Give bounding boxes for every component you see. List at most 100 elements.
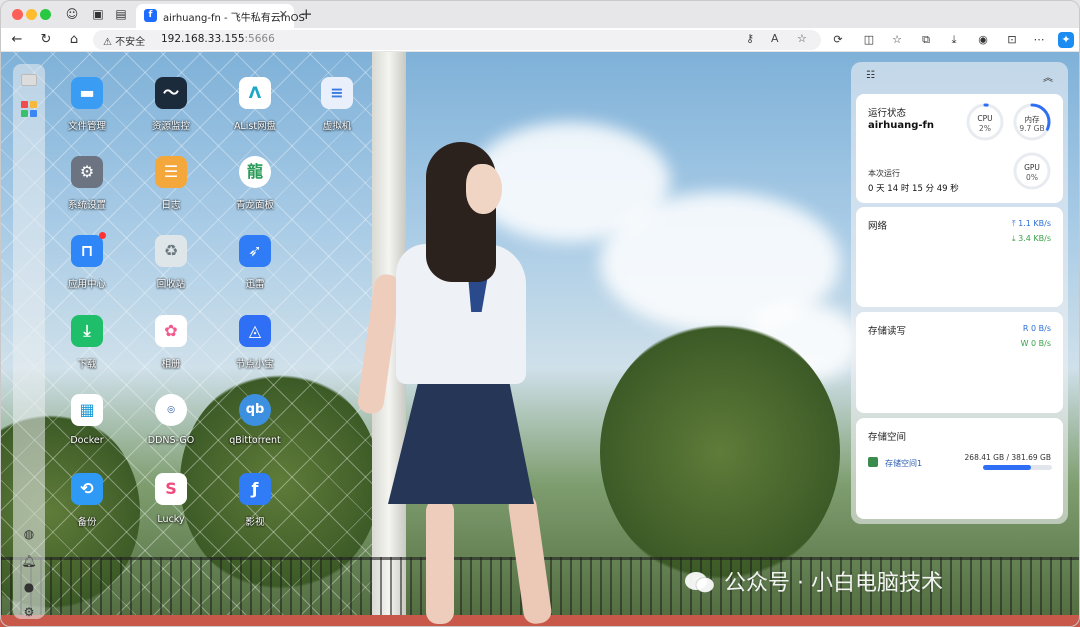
wechat-icon <box>685 572 715 593</box>
app-backup[interactable]: ⟲ 备份 <box>42 473 132 535</box>
write-rate: W 0 B/s <box>1020 339 1051 348</box>
uptime-value: 0 天 14 时 15 分 49 秒 <box>868 184 959 194</box>
storage-usage-bar <box>983 465 1052 470</box>
collections-icon[interactable]: ⧉ <box>918 32 934 48</box>
close-tab-icon[interactable]: ✕ <box>279 8 288 21</box>
thunder-icon: ➶ <box>239 235 271 267</box>
recycle-icon: ♻ <box>155 235 187 267</box>
read-rate: R 0 B/s <box>1022 324 1051 333</box>
extensions-icon[interactable]: ⟳ <box>830 32 846 48</box>
browser-toolbar: ← ↻ ⌂ ⚠ 不安全 192.168.33.155:5666 ⚷ A ☆ ⟳ … <box>0 28 1080 52</box>
downloads-icon[interactable]: ⤓ <box>946 32 962 48</box>
memory-gauge: 内存 9.7 GB <box>1012 102 1052 142</box>
network-card: 网络 ⤒ 1.1 KB/s ⤓ 3.4 KB/s <box>856 207 1063 307</box>
split-screen-icon[interactable]: ◫ <box>861 32 877 48</box>
app-thunder[interactable]: ➶ 迅雷 <box>210 235 300 297</box>
settings-gear-icon[interactable]: ⚙ <box>19 602 39 622</box>
security-indicator[interactable]: ⚠ 不安全 <box>103 33 145 48</box>
widget-panel-header: ☷ ︽ <box>856 65 1063 87</box>
wallpaper-tree <box>600 322 840 582</box>
app-video[interactable]: ƒ 影视 <box>210 473 300 535</box>
maximize-window-button[interactable] <box>40 9 51 20</box>
app-alist[interactable]: Λ AList网盘 <box>210 77 300 139</box>
profile-icon[interactable]: ☺ <box>64 6 80 22</box>
app-store[interactable]: ⊓ 应用中心 <box>42 232 132 297</box>
storage-io-card: 存储读写 R 0 B/s W 0 B/s <box>856 312 1063 413</box>
new-tab-icon[interactable]: + <box>300 6 313 22</box>
fnos-icon: f <box>144 9 157 22</box>
qbittorrent-icon: qb <box>239 394 271 426</box>
copilot-icon[interactable]: ✦ <box>1058 32 1074 48</box>
app-ddns-go[interactable]: ◎ DDNS-GO <box>126 394 216 456</box>
app-qbittorrent[interactable]: qb qBittorrent <box>210 394 300 456</box>
collapse-chevron-icon[interactable]: ︽ <box>1043 69 1053 84</box>
window-preview-icon[interactable] <box>21 74 37 86</box>
app-node-treasure[interactable]: ◬ 节点小宝 <box>210 315 300 377</box>
app-file-manager[interactable]: ▬ 文件管理 <box>42 77 132 139</box>
ddns-icon: ◎ <box>155 394 187 426</box>
gpu-gauge: GPU 0% <box>1012 151 1052 191</box>
download-icon: ⤓ <box>71 315 103 347</box>
reload-icon[interactable]: ↻ <box>37 31 55 49</box>
close-window-button[interactable] <box>12 9 23 20</box>
address-bar[interactable]: ⚠ 不安全 192.168.33.155:5666 ⚷ A ☆ <box>93 30 821 50</box>
more-icon[interactable]: ⋯ <box>1031 32 1047 48</box>
wallpaper-figure <box>356 134 566 626</box>
favorites-icon[interactable]: ☆ <box>889 32 905 48</box>
store-icon: ⊓ <box>71 232 106 267</box>
app-resource-monitor[interactable]: 〜 资源监控 <box>126 77 216 139</box>
network-card-title: 网络 <box>868 221 888 232</box>
folder-icon: ▬ <box>71 77 103 109</box>
favorite-star-icon[interactable]: ☆ <box>797 32 807 45</box>
key-icon[interactable]: ⚷ <box>746 32 754 45</box>
user-icon[interactable]: ● <box>19 577 39 597</box>
download-rate: ⤓ 3.4 KB/s <box>1012 234 1051 243</box>
app-docker[interactable]: ▦ Docker <box>42 394 132 456</box>
home-icon[interactable]: ⌂ <box>65 31 83 49</box>
app-virtual-machine[interactable]: ≡ 虚拟机 <box>292 77 382 139</box>
docker-icon: ▦ <box>71 394 103 426</box>
globe-icon[interactable]: ◍ <box>19 524 39 544</box>
storage-space-card-title: 存储空间 <box>868 432 907 443</box>
widget-panel: ☷ ︽ 运行状态 airhuang-fn CPU 2% 内存 9.7 GB GP… <box>851 62 1068 524</box>
vm-icon: ≡ <box>321 77 353 109</box>
storage-volume-name: 存储空间1 <box>885 459 923 468</box>
url-text[interactable]: 192.168.33.155:5666 <box>161 33 275 45</box>
video-icon: ƒ <box>239 473 271 505</box>
read-aloud-icon[interactable]: A <box>771 32 779 45</box>
alist-icon: Λ <box>239 77 271 109</box>
storage-usage-text: 268.41 GB / 381.69 GB <box>964 453 1051 462</box>
app-qinglong[interactable]: 龍 青龙面板 <box>210 156 300 218</box>
status-card: 运行状态 airhuang-fn CPU 2% 内存 9.7 GB GPU 0%… <box>856 94 1063 203</box>
app-recycle-bin[interactable]: ♻ 回收站 <box>126 235 216 297</box>
app-download[interactable]: ⤓ 下载 <box>42 315 132 377</box>
app-system-settings[interactable]: ⚙ 系统设置 <box>42 156 132 218</box>
notification-bell-icon[interactable]: 🔔︎ <box>19 551 39 571</box>
upload-rate: ⤒ 1.1 KB/s <box>1012 219 1051 228</box>
app-launcher-icon[interactable] <box>19 98 39 118</box>
tab-actions-icon[interactable]: ▤ <box>113 6 129 22</box>
cpu-gauge: CPU 2% <box>965 102 1005 142</box>
title-bar: ☺ ▣ ▤ f airhuang-fn - 飞牛私有云fnOS ✕ + <box>0 0 1080 28</box>
screenshot-icon[interactable]: ⊡ <box>1004 32 1020 48</box>
notification-badge <box>99 232 106 239</box>
app-log[interactable]: ☰ 日志 <box>126 156 216 218</box>
storage-io-card-title: 存储读写 <box>868 326 907 337</box>
fnos-desktop: ◍ 🔔︎ ● ⚙ ▬ 文件管理 〜 资源监控 Λ AList网盘 ≡ 虚拟机 ⚙… <box>0 52 1080 627</box>
workspaces-icon[interactable]: ▣ <box>90 6 106 22</box>
storage-volume-icon <box>868 457 878 467</box>
lucky-icon: S <box>155 473 187 505</box>
status-card-title: 运行状态 <box>868 108 907 119</box>
watermark: 公众号 · 小白电脑技术 <box>684 565 943 597</box>
storage-space-card[interactable]: 存储空间 存储空间1 268.41 GB / 381.69 GB <box>856 418 1063 519</box>
back-icon[interactable]: ← <box>8 31 26 49</box>
storage-usage-fill <box>983 465 1032 470</box>
widget-settings-icon[interactable]: ☷ <box>866 70 875 81</box>
browser-tab[interactable]: f airhuang-fn - 飞牛私有云fnOS ✕ <box>136 4 305 28</box>
app-lucky[interactable]: S Lucky <box>126 473 216 535</box>
vpn-icon[interactable]: ◉ <box>975 32 991 48</box>
photos-icon: ✿ <box>155 315 187 347</box>
minimize-window-button[interactable] <box>26 9 37 20</box>
app-photos[interactable]: ✿ 相册 <box>126 315 216 377</box>
gear-icon: ⚙ <box>71 156 103 188</box>
